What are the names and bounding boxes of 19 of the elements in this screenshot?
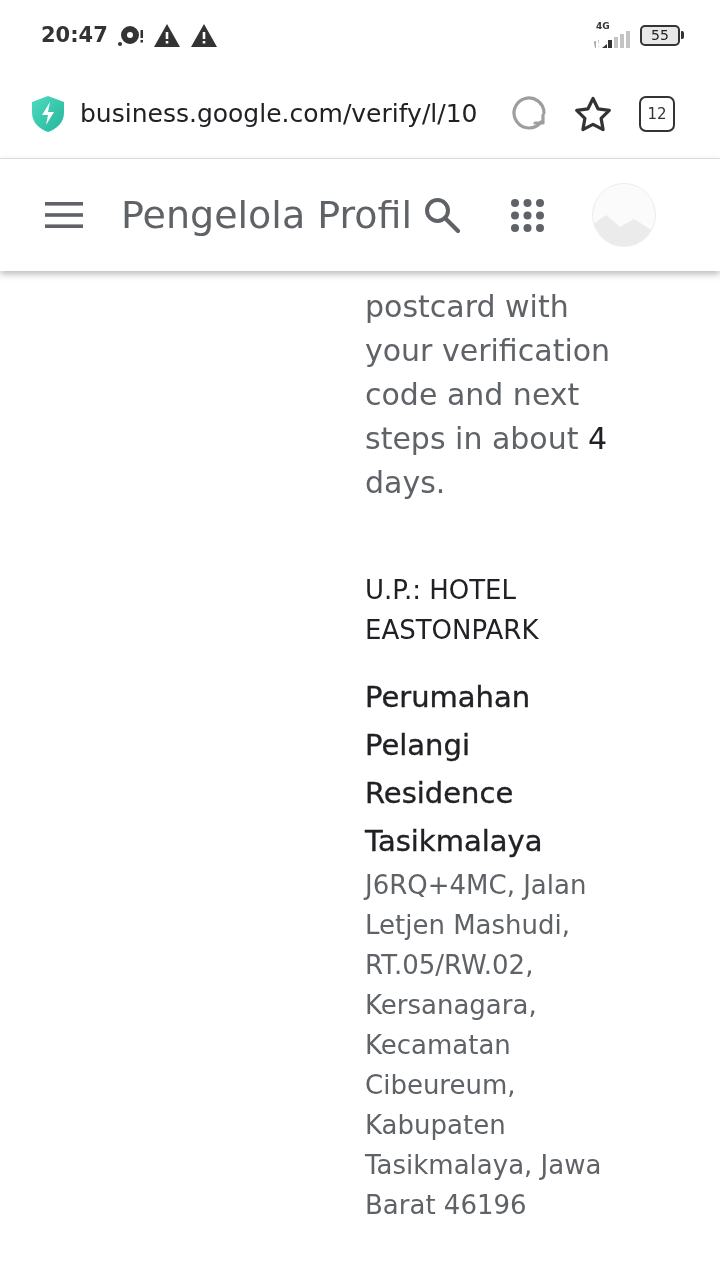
bookmark-star-icon[interactable] (574, 95, 612, 133)
app-title: Pengelola Profil (121, 192, 414, 238)
menu-icon[interactable] (45, 202, 83, 228)
url-text[interactable]: business.google.com/verify/l/10 (80, 98, 511, 130)
recipient-name: U.P.: HOTEL EASTONPARK (365, 574, 540, 647)
network-type-label: 4G (596, 21, 610, 31)
search-icon[interactable] (424, 197, 460, 233)
warning-icon (153, 23, 180, 47)
battery-indicator: 55 (640, 24, 684, 46)
reload-icon[interactable] (511, 95, 548, 133)
apps-grid-icon[interactable] (511, 198, 544, 232)
data-saver-icon (117, 24, 144, 46)
signal-icon (594, 31, 630, 49)
warning-icon (190, 23, 217, 47)
business-address: J6RQ+4MC, Jalan Letjen Mashudi, RT.05/RW.02, Kersanagara, Kecamatan Cibeureum, Kabupaten Tasikmalaya, Jawa Barat 46196 (365, 869, 603, 1222)
business-name: Perumahan Pelangi Residence Tasikmalaya (365, 679, 544, 860)
tab-count-button[interactable]: 12 (639, 96, 675, 132)
clock-time: 20:47 (41, 23, 108, 47)
postcard-message: postcard with your verification code and next steps in about 4 days. (365, 288, 612, 502)
